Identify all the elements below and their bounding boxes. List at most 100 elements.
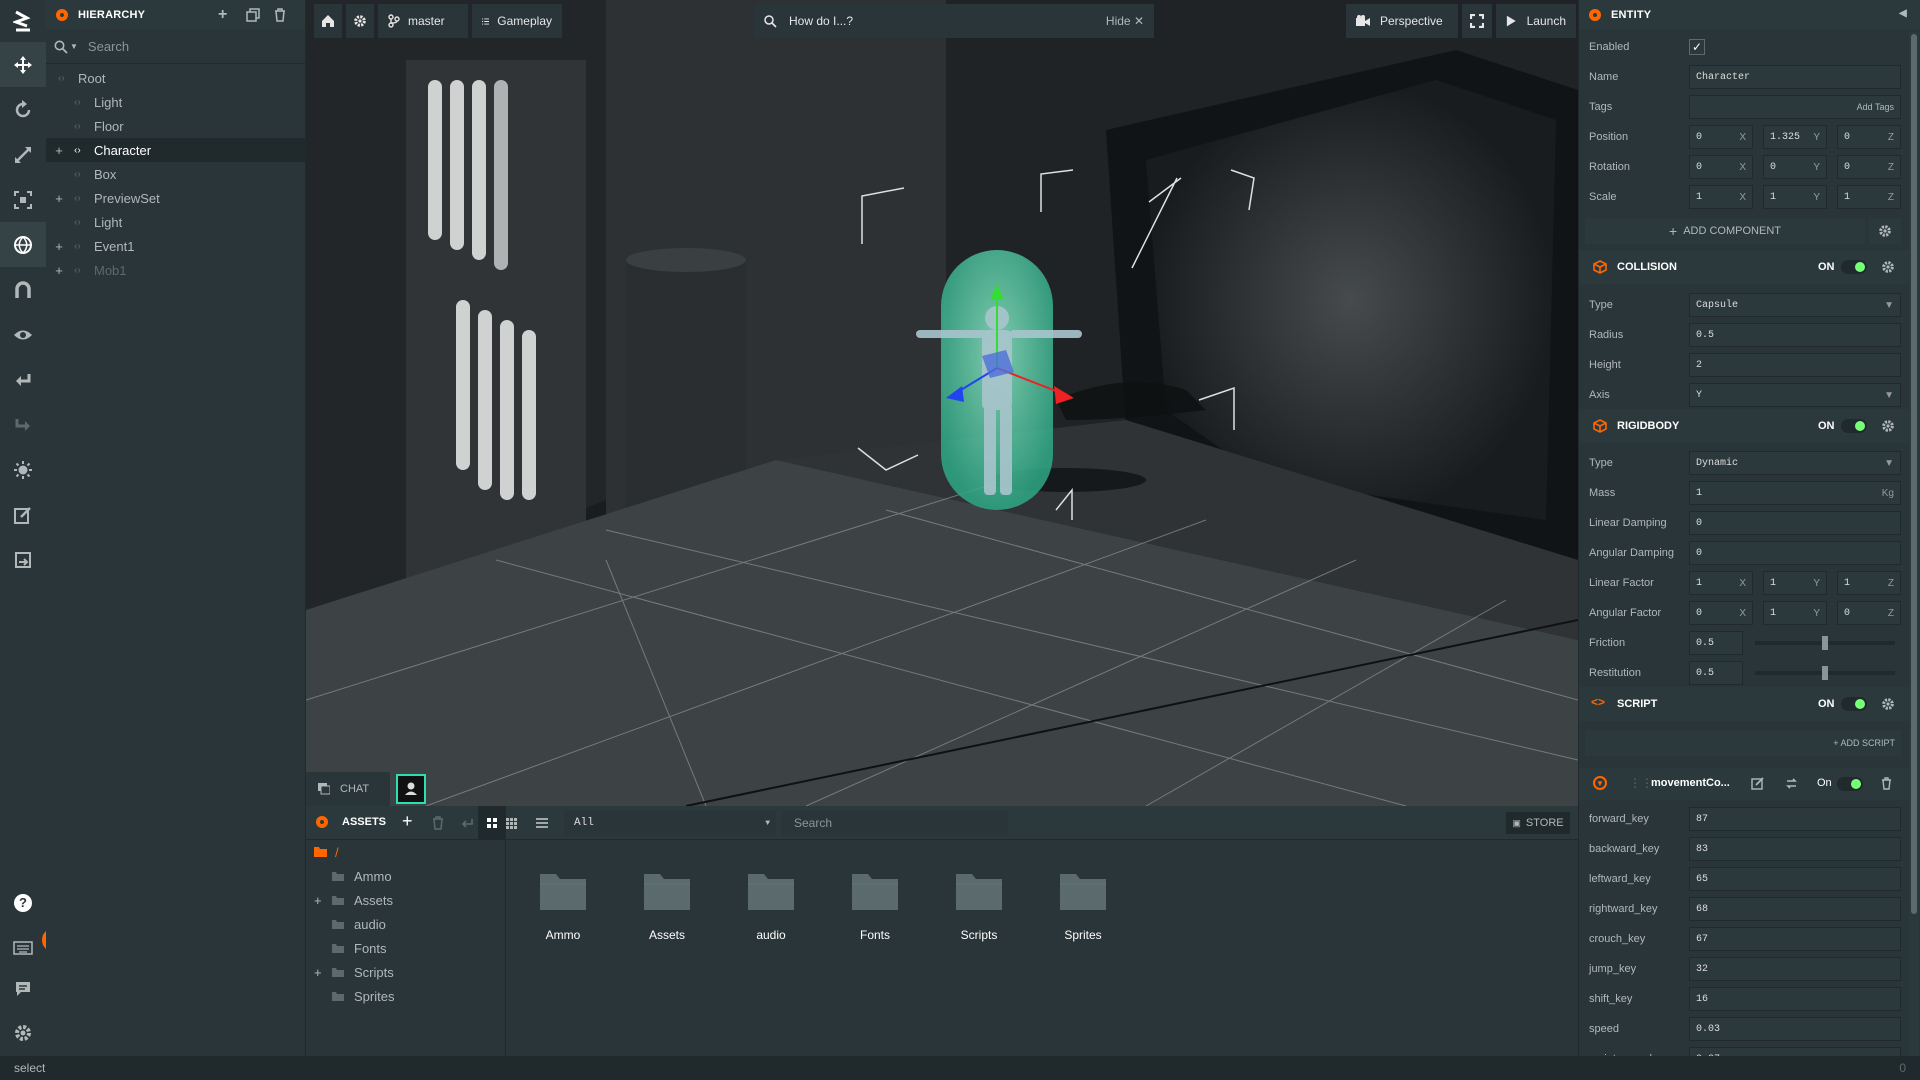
- script-attribute-field[interactable]: 65: [1689, 867, 1901, 891]
- rotation-field[interactable]: 0X: [1689, 155, 1753, 179]
- resize-icon[interactable]: [0, 177, 46, 222]
- gear-icon[interactable]: [1881, 697, 1895, 711]
- asset-tree-item[interactable]: Ammo: [306, 864, 505, 888]
- asset-tree-item[interactable]: Fonts: [306, 936, 505, 960]
- asset-folder[interactable]: Scripts: [934, 872, 1024, 942]
- expand-icon[interactable]: +: [54, 263, 64, 278]
- delete-icon[interactable]: [274, 8, 286, 22]
- duplicate-icon[interactable]: [246, 8, 260, 22]
- hierarchy-item[interactable]: + ‹› Mob1: [46, 258, 305, 282]
- scene-render[interactable]: [306, 0, 1578, 806]
- linear-factor-field[interactable]: 1Y: [1763, 571, 1827, 595]
- name-field[interactable]: Character: [1689, 65, 1901, 89]
- rotation-field[interactable]: 0Y: [1763, 155, 1827, 179]
- radius-field[interactable]: 0.5: [1689, 323, 1901, 347]
- linear-factor-field[interactable]: 1X: [1689, 571, 1753, 595]
- scale-field[interactable]: 1Y: [1763, 185, 1827, 209]
- tags-field[interactable]: Add Tags: [1689, 95, 1901, 119]
- help-search-input[interactable]: How do I...?: [789, 14, 853, 28]
- add-component-button[interactable]: + ADD COMPONENT: [1585, 218, 1865, 244]
- help-icon[interactable]: ?: [0, 880, 46, 925]
- script-collapse-icon[interactable]: ▼: [1593, 776, 1607, 790]
- angular-factor-field[interactable]: 1Y: [1763, 601, 1827, 625]
- search-dropdown-icon[interactable]: ▼: [70, 42, 78, 51]
- add-entity-icon[interactable]: +: [218, 6, 228, 24]
- add-script-button[interactable]: + ADD SCRIPT: [1833, 738, 1895, 748]
- light-icon[interactable]: [0, 447, 46, 492]
- script-attribute-field[interactable]: 68: [1689, 897, 1901, 921]
- collision-type-select[interactable]: Capsule ▼: [1689, 293, 1901, 317]
- asset-search-input[interactable]: Search: [782, 810, 1008, 836]
- entity-settings-button[interactable]: [1869, 218, 1901, 244]
- camera-button[interactable]: Perspective: [1346, 4, 1458, 38]
- hierarchy-item[interactable]: ‹› Light: [46, 210, 305, 234]
- scene-button[interactable]: Gameplay: [472, 4, 562, 38]
- script-attribute-field[interactable]: 83: [1689, 837, 1901, 861]
- hierarchy-item[interactable]: ‹› Root: [46, 66, 305, 90]
- rigidbody-toggle[interactable]: [1841, 419, 1867, 433]
- scene-viewport[interactable]: master Gameplay How do I...? Hide ✕ Pers…: [306, 0, 1578, 806]
- angular-damping-field[interactable]: 0: [1689, 541, 1901, 565]
- asset-tree-item[interactable]: + Assets: [306, 888, 505, 912]
- gear-icon[interactable]: [1881, 419, 1895, 433]
- logo-icon[interactable]: [0, 0, 46, 42]
- hide-button[interactable]: Hide ✕: [1106, 14, 1144, 28]
- hierarchy-search[interactable]: ▼ Search: [46, 30, 305, 64]
- collapse-icon[interactable]: ◀: [1899, 8, 1907, 19]
- hierarchy-item[interactable]: ‹› Light: [46, 90, 305, 114]
- drag-handle-icon[interactable]: ⋮⋮: [1629, 776, 1653, 790]
- axis-select[interactable]: Y ▼: [1689, 383, 1901, 407]
- asset-folder[interactable]: Assets: [622, 872, 712, 942]
- hierarchy-item[interactable]: ‹› Box: [46, 162, 305, 186]
- hierarchy-item[interactable]: ‹› Floor: [46, 114, 305, 138]
- inspector-scrollbar[interactable]: [1909, 32, 1919, 1056]
- scale-icon[interactable]: [0, 132, 46, 177]
- asset-filter-select[interactable]: All ▼: [564, 810, 776, 836]
- panel-toggle-icon[interactable]: [316, 816, 338, 828]
- eye-icon[interactable]: [0, 312, 46, 357]
- expand-icon[interactable]: +: [54, 143, 64, 158]
- edit-script-icon[interactable]: [1751, 777, 1764, 790]
- export-icon[interactable]: [0, 537, 46, 582]
- angular-factor-field[interactable]: 0X: [1689, 601, 1753, 625]
- home-button[interactable]: [314, 4, 342, 38]
- asset-folder[interactable]: audio: [726, 872, 816, 942]
- hierarchy-item[interactable]: + ‹› Event1: [46, 234, 305, 258]
- friction-field[interactable]: 0.5: [1689, 631, 1743, 655]
- help-search[interactable]: How do I...? Hide ✕: [754, 4, 1154, 38]
- script-attribute-field[interactable]: 0.07: [1689, 1047, 1901, 1056]
- scale-field[interactable]: 1X: [1689, 185, 1753, 209]
- script-attribute-field[interactable]: 67: [1689, 927, 1901, 951]
- panel-toggle-icon[interactable]: [1589, 9, 1601, 21]
- launch-button[interactable]: Launch: [1496, 4, 1576, 38]
- chat-button[interactable]: CHAT: [306, 772, 390, 806]
- add-tags-label[interactable]: Add Tags: [1857, 102, 1894, 112]
- asset-tree-item[interactable]: + Scripts: [306, 960, 505, 984]
- height-field[interactable]: 2: [1689, 353, 1901, 377]
- hierarchy-item[interactable]: + ‹› PreviewSet: [46, 186, 305, 210]
- move-icon[interactable]: [0, 42, 46, 87]
- store-button[interactable]: ▣ STORE: [1506, 812, 1570, 834]
- expand-icon[interactable]: +: [54, 239, 64, 254]
- expand-icon[interactable]: +: [314, 965, 322, 980]
- list-view-icon[interactable]: [536, 818, 548, 828]
- gear-icon[interactable]: [1881, 260, 1895, 274]
- grid-view-icon[interactable]: [478, 806, 506, 840]
- hierarchy-item[interactable]: + ‹› Character: [46, 138, 305, 162]
- branch-button[interactable]: master: [378, 4, 468, 38]
- collision-toggle[interactable]: [1841, 260, 1867, 274]
- undo-icon[interactable]: [0, 357, 46, 402]
- script-attribute-field[interactable]: 0.03: [1689, 1017, 1901, 1041]
- reload-script-icon[interactable]: [1785, 777, 1798, 790]
- asset-tree-item[interactable]: audio: [306, 912, 505, 936]
- fullscreen-button[interactable]: [1462, 4, 1492, 38]
- hierarchy-search-input[interactable]: Search: [88, 39, 129, 54]
- chat-icon[interactable]: [0, 966, 46, 1011]
- asset-folder[interactable]: Ammo: [518, 872, 608, 942]
- asset-tree-item[interactable]: Sprites: [306, 984, 505, 1008]
- script-attribute-field[interactable]: 87: [1689, 807, 1901, 831]
- panel-toggle-icon[interactable]: [56, 9, 68, 21]
- restitution-field[interactable]: 0.5: [1689, 661, 1743, 685]
- asset-root-row[interactable]: /: [306, 840, 505, 864]
- delete-icon[interactable]: [1881, 777, 1892, 790]
